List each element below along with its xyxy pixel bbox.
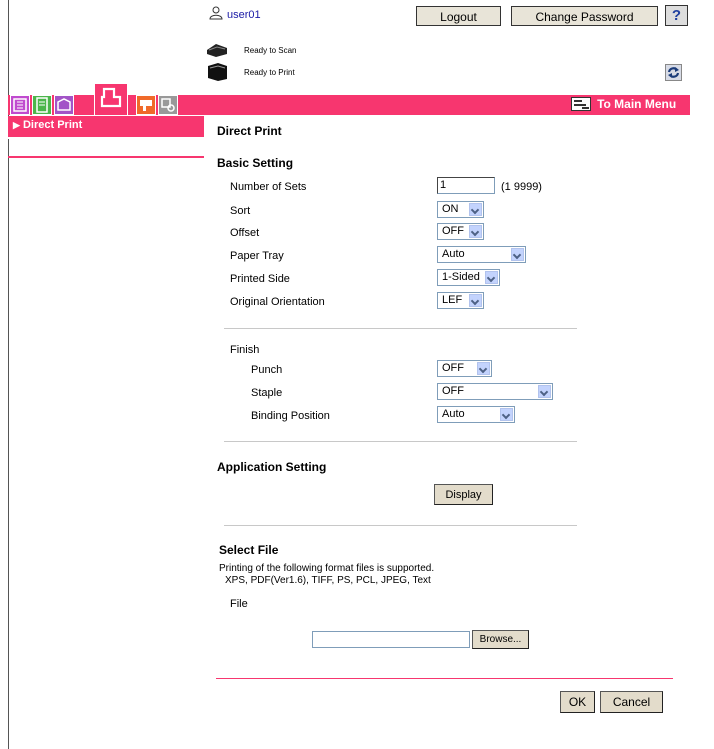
binding-position-label: Binding Position bbox=[251, 410, 330, 422]
footer-divider bbox=[216, 678, 673, 679]
divider bbox=[224, 441, 577, 442]
display-button[interactable]: Display bbox=[434, 484, 493, 505]
paper-tray-select[interactable]: Auto bbox=[437, 246, 526, 263]
original-orientation-select[interactable]: LEF bbox=[437, 292, 484, 309]
printed-side-select[interactable]: 1-Sided bbox=[437, 269, 500, 286]
tab-direct-print[interactable] bbox=[94, 83, 128, 115]
change-password-button[interactable]: Change Password bbox=[511, 6, 658, 26]
number-of-sets-input[interactable]: 1 bbox=[437, 177, 495, 194]
file-label: File bbox=[230, 598, 248, 610]
basic-setting-heading: Basic Setting bbox=[217, 156, 294, 170]
ok-button[interactable]: OK bbox=[560, 691, 595, 713]
binding-position-select[interactable]: Auto bbox=[437, 406, 515, 423]
chevron-down-icon bbox=[469, 203, 482, 216]
help-icon: ? bbox=[671, 7, 682, 24]
offset-label: Offset bbox=[230, 227, 260, 239]
chevron-down-icon bbox=[477, 362, 490, 375]
tab-job[interactable] bbox=[10, 95, 30, 115]
triangle-right-icon: ▶ bbox=[13, 120, 20, 130]
tab-settings[interactable] bbox=[158, 95, 178, 115]
chevron-down-icon bbox=[485, 271, 498, 284]
chevron-down-icon bbox=[469, 294, 482, 307]
chevron-down-icon bbox=[500, 408, 513, 421]
number-of-sets-range: (1 ︎9999) bbox=[501, 181, 542, 193]
sort-select[interactable]: ON bbox=[437, 201, 484, 218]
punch-select[interactable]: OFF bbox=[437, 360, 492, 377]
tab-box[interactable] bbox=[32, 95, 52, 115]
print-status: Ready to Print bbox=[244, 68, 295, 77]
staple-select[interactable]: OFF bbox=[437, 383, 553, 400]
original-orientation-label: Original Orientation bbox=[230, 296, 325, 308]
staple-label: Staple bbox=[251, 387, 283, 399]
tab-store-address[interactable] bbox=[54, 95, 74, 115]
divider bbox=[224, 525, 577, 526]
select-file-heading: Select File bbox=[219, 543, 279, 557]
punch-label: Punch bbox=[251, 364, 283, 376]
main-menu-label: To Main Menu bbox=[597, 97, 677, 111]
sidebar-divider bbox=[8, 156, 204, 158]
offset-select[interactable]: OFF bbox=[437, 223, 484, 240]
application-setting-heading: Application Setting bbox=[217, 460, 327, 474]
scanner-icon bbox=[206, 42, 228, 61]
logout-button[interactable]: Logout bbox=[416, 6, 501, 26]
page-title: Direct Print bbox=[217, 124, 282, 138]
main-menu-icon bbox=[571, 97, 591, 111]
finish-label: Finish bbox=[230, 344, 260, 356]
browse-button[interactable]: Browse... bbox=[472, 630, 529, 649]
divider bbox=[224, 328, 577, 329]
cancel-button[interactable]: Cancel bbox=[600, 691, 663, 713]
sidebar-item-direct-print[interactable]: ▶ Direct Print bbox=[8, 116, 204, 139]
sort-label: Sort bbox=[230, 205, 251, 217]
format-note: Printing of the following format files i… bbox=[219, 563, 435, 574]
number-of-sets-label: Number of Sets bbox=[230, 181, 307, 193]
file-path-input[interactable] bbox=[312, 631, 470, 648]
format-list: XPS, PDF(Ver1.6), TIFF, PS, PCL, JPEG, T… bbox=[225, 575, 431, 586]
printed-side-label: Printed Side bbox=[230, 273, 290, 285]
help-button[interactable]: ? bbox=[665, 5, 688, 26]
paper-tray-label: Paper Tray bbox=[230, 250, 284, 262]
printer-icon bbox=[206, 62, 228, 85]
main-menu-link[interactable]: To Main Menu bbox=[571, 97, 676, 113]
chevron-down-icon bbox=[511, 248, 524, 261]
user-name[interactable]: user01 bbox=[227, 9, 261, 21]
chevron-down-icon bbox=[469, 225, 482, 238]
chevron-down-icon bbox=[538, 385, 551, 398]
user-icon bbox=[209, 6, 223, 23]
sidebar-item-label: Direct Print bbox=[22, 119, 83, 131]
tab-fax[interactable] bbox=[136, 95, 156, 115]
refresh-icon[interactable] bbox=[665, 64, 682, 81]
scan-status: Ready to Scan bbox=[244, 46, 297, 55]
